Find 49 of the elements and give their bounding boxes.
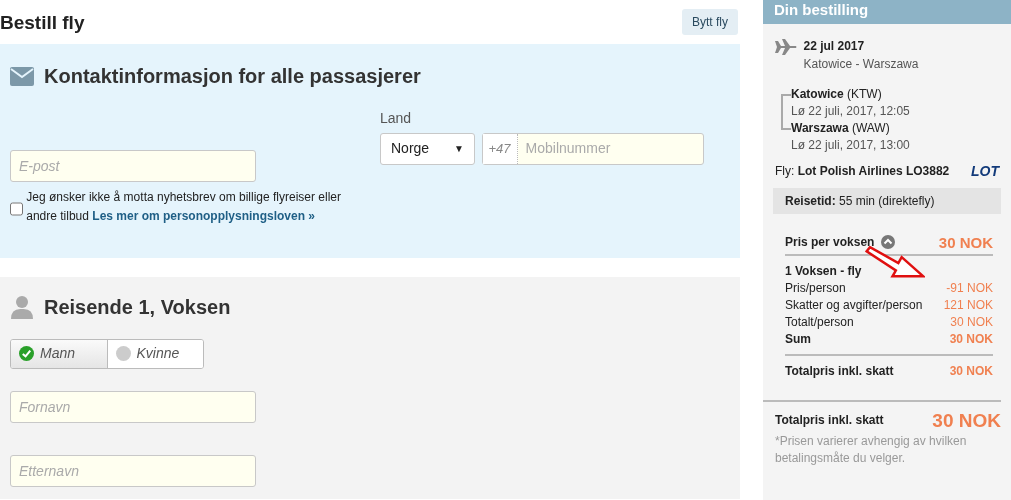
- route-text: Katowice - Warszawa: [803, 56, 919, 73]
- stop-time: Lø 22 juli, 2017, 12:05: [791, 103, 910, 120]
- price-value: 30 NOK: [938, 233, 993, 251]
- total-label: Totalpris inkl. skatt: [775, 411, 884, 429]
- person-icon: [10, 295, 34, 319]
- stop-city: Katowice (KTW): [791, 86, 883, 103]
- route-line: [781, 94, 791, 130]
- subtotal-label: Totalpris inkl. skatt: [785, 362, 894, 380]
- total-value: 30 NOK: [932, 411, 1001, 429]
- phone-field[interactable]: +47 Mobilnummer: [481, 132, 704, 165]
- country-label: Land: [380, 108, 413, 128]
- stop-city: Warszawa (WAW): [791, 120, 891, 137]
- arrow-icon: [865, 245, 925, 280]
- last-name-field[interactable]: Etternavn: [10, 454, 256, 487]
- caret-icon: ▼: [454, 141, 464, 156]
- country-select[interactable]: Norge ▼: [380, 132, 475, 165]
- section-heading: Kontaktinformasjon for alle passasjerer: [44, 64, 421, 88]
- collapse-icon[interactable]: [880, 235, 895, 249]
- check-icon: [19, 346, 34, 361]
- section-heading: Reisende 1, Voksen: [44, 295, 231, 319]
- price-row-value: 30 NOK: [949, 330, 993, 348]
- page-title: Bestill fly: [0, 12, 85, 32]
- price-row-value: 121 NOK: [943, 296, 993, 314]
- change-flight-button[interactable]: Bytt fly: [682, 9, 738, 35]
- panel-title: Din bestilling: [763, 0, 1011, 24]
- price-note: *Prisen varierer avhengig av hvilken betalingsmåte du velger.: [775, 432, 968, 467]
- newsletter-text: Jeg ønsker ikke å motta nyhetsbrev om billige flyreiser eller andre tilbud Les mer om personopplysningsloven »: [26, 189, 343, 226]
- price-row-label: Sum: [785, 330, 811, 348]
- flight-date: 22 jul 2017: [803, 38, 866, 55]
- radio-icon: [115, 346, 131, 361]
- first-name-field[interactable]: Fornavn: [10, 390, 256, 423]
- airplane-icon: [775, 39, 797, 55]
- group-title: 1 Voksen - fly: [785, 262, 862, 280]
- stop-time: Lø 22 juli, 2017, 13:00: [791, 137, 910, 154]
- gender-option[interactable]: Mann: [11, 339, 108, 368]
- price-row-value: -91 NOK: [946, 279, 993, 297]
- envelope-icon: [10, 66, 34, 86]
- price-row-label: Pris/person: [785, 279, 846, 297]
- price-row-value: 30 NOK: [950, 313, 993, 331]
- travel-time: Reisetid: 55 min (direktefly): [773, 188, 1001, 214]
- subtotal-value: 30 NOK: [949, 362, 993, 380]
- price-label: Pris per voksen: [785, 233, 875, 251]
- email-field[interactable]: E-post: [10, 149, 256, 182]
- privacy-link[interactable]: Les mer om personopplysningsloven »: [92, 209, 316, 224]
- price-row-label: Totalt/person: [785, 313, 854, 331]
- flight-info: Fly: Lot Polish Airlines LO3882: [775, 163, 950, 180]
- phone-prefix: +47: [482, 133, 518, 164]
- price-row-label: Skatter og avgifter/person: [785, 296, 923, 314]
- airline-logo: LOT: [971, 161, 999, 181]
